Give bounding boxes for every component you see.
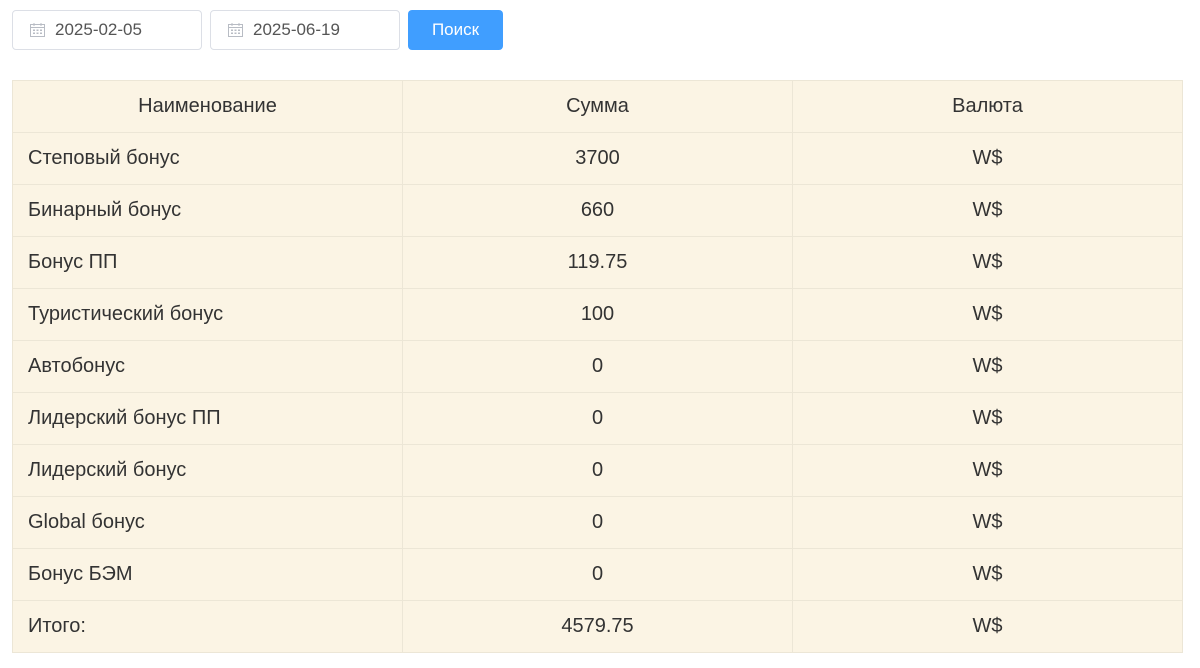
row-name: Лидерский бонус ПП [12, 392, 403, 445]
row-currency: W$ [792, 496, 1183, 549]
table-row: Бонус ПП 119.75 W$ [12, 236, 1183, 289]
filter-toolbar: Поиск [12, 10, 503, 50]
row-currency: W$ [792, 340, 1183, 393]
row-amount: 0 [402, 392, 793, 445]
date-from-field[interactable] [12, 10, 202, 50]
table-row: Бинарный бонус 660 W$ [12, 184, 1183, 237]
calendar-icon [228, 23, 243, 37]
row-amount: 0 [402, 340, 793, 393]
row-currency: W$ [792, 444, 1183, 497]
row-amount: 0 [402, 496, 793, 549]
column-header-name: Наименование [12, 80, 403, 133]
row-amount: 0 [402, 548, 793, 601]
bonus-table-container: Наименование Сумма Валюта Степовый бонус… [12, 80, 1183, 653]
date-from-input[interactable] [55, 20, 185, 40]
row-name: Лидерский бонус [12, 444, 403, 497]
row-name: Бонус ПП [12, 236, 403, 289]
table-row: Лидерский бонус ПП 0 W$ [12, 392, 1183, 445]
total-label: Итого: [12, 600, 403, 653]
row-amount: 100 [402, 288, 793, 341]
row-currency: W$ [792, 236, 1183, 289]
row-name: Бонус БЭМ [12, 548, 403, 601]
table-row: Степовый бонус 3700 W$ [12, 132, 1183, 185]
table-row: Лидерский бонус 0 W$ [12, 444, 1183, 497]
total-amount: 4579.75 [402, 600, 793, 653]
date-to-field[interactable] [210, 10, 400, 50]
date-to-input[interactable] [253, 20, 383, 40]
row-amount: 3700 [402, 132, 793, 185]
row-currency: W$ [792, 184, 1183, 237]
row-currency: W$ [792, 548, 1183, 601]
column-header-amount: Сумма [402, 80, 793, 133]
row-name: Степовый бонус [12, 132, 403, 185]
calendar-icon [30, 23, 45, 37]
row-currency: W$ [792, 288, 1183, 341]
row-name: Global бонус [12, 496, 403, 549]
row-amount: 0 [402, 444, 793, 497]
bonus-table: Наименование Сумма Валюта Степовый бонус… [12, 80, 1183, 653]
table-row: Автобонус 0 W$ [12, 340, 1183, 393]
row-currency: W$ [792, 392, 1183, 445]
row-amount: 119.75 [402, 236, 793, 289]
table-header-row: Наименование Сумма Валюта [12, 80, 1183, 133]
row-amount: 660 [402, 184, 793, 237]
row-currency: W$ [792, 132, 1183, 185]
table-row: Туристический бонус 100 W$ [12, 288, 1183, 341]
row-name: Бинарный бонус [12, 184, 403, 237]
row-name: Туристический бонус [12, 288, 403, 341]
table-row: Global бонус 0 W$ [12, 496, 1183, 549]
row-name: Автобонус [12, 340, 403, 393]
column-header-currency: Валюта [792, 80, 1183, 133]
total-currency: W$ [792, 600, 1183, 653]
search-button[interactable]: Поиск [408, 10, 503, 50]
table-row: Бонус БЭМ 0 W$ [12, 548, 1183, 601]
total-row: Итого: 4579.75 W$ [12, 600, 1183, 653]
